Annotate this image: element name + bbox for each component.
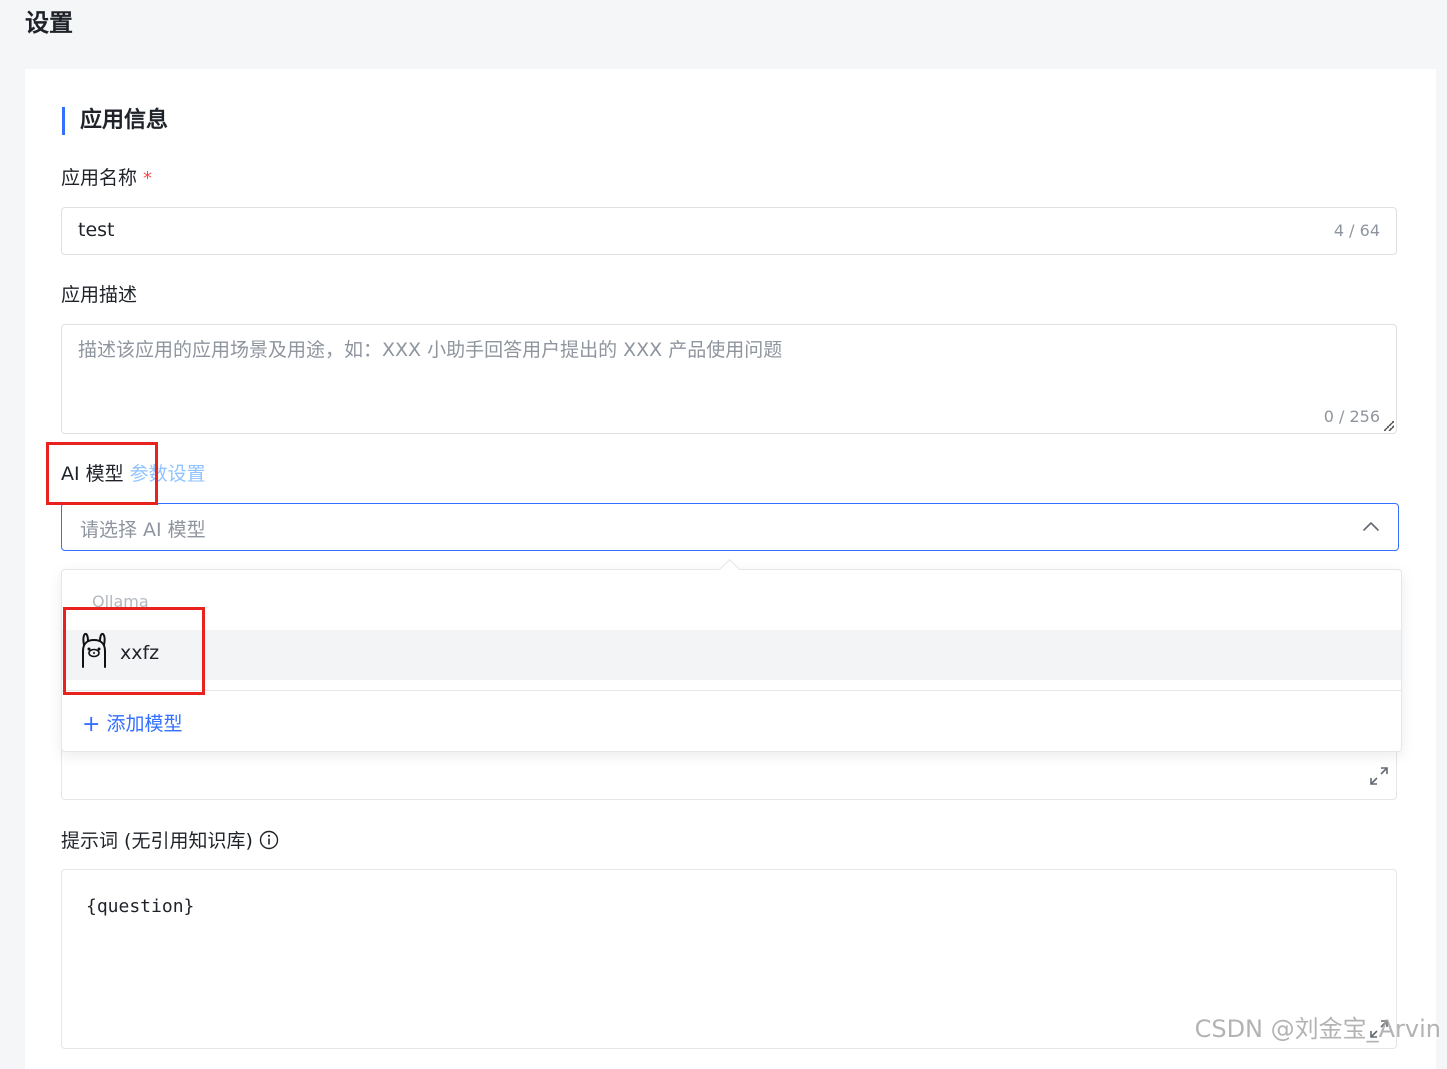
chevron-up-icon xyxy=(1362,518,1380,536)
dropdown-arrow xyxy=(719,559,740,580)
dropdown-option-xxfz[interactable]: xxfz xyxy=(62,630,1401,680)
dropdown-option-label: xxfz xyxy=(120,642,159,664)
app-desc-field[interactable]: 0 / 256 xyxy=(61,324,1397,434)
dropdown-group-label: Ollama xyxy=(92,592,149,611)
app-name-label-text: 应用名称 xyxy=(61,167,137,189)
ai-model-dropdown: Ollama xxfz + 添加模型 xyxy=(61,569,1402,752)
app-name-field[interactable]: 4 / 64 xyxy=(61,207,1397,255)
app-name-input[interactable] xyxy=(78,219,1278,241)
prompt-text[interactable]: {question} xyxy=(86,896,194,917)
ai-model-label: AI 模型 xyxy=(61,463,124,485)
ai-model-select-placeholder: 请选择 AI 模型 xyxy=(80,515,206,542)
add-model-button[interactable]: + 添加模型 xyxy=(82,709,182,737)
prompt-label: 提示词 (无引用知识库) xyxy=(61,830,253,852)
watermark: CSDN @刘金宝_Arvin xyxy=(1195,1009,1441,1044)
param-settings-link[interactable]: 参数设置 xyxy=(130,463,206,485)
settings-card: 应用信息 应用名称 * 4 / 64 应用描述 0 / 256 AI 模型参数设置… xyxy=(25,69,1436,1069)
ai-model-label-row: AI 模型参数设置 xyxy=(61,461,206,487)
info-icon[interactable] xyxy=(259,830,279,850)
add-model-label: 添加模型 xyxy=(106,713,182,735)
app-desc-label: 应用描述 xyxy=(61,283,137,307)
plus-icon: + xyxy=(82,712,100,737)
section-title-app-info: 应用信息 xyxy=(62,107,168,135)
prompt-label-row: 提示词 (无引用知识库) xyxy=(61,829,279,853)
dropdown-footer: + 添加模型 xyxy=(62,690,1401,753)
page-title: 设置 xyxy=(25,6,73,40)
resize-handle-icon[interactable] xyxy=(1384,421,1394,431)
expand-icon[interactable] xyxy=(1368,765,1390,787)
app-desc-textarea[interactable] xyxy=(78,335,1368,395)
app-name-label: 应用名称 * xyxy=(61,166,152,191)
app-name-counter: 4 / 64 xyxy=(1334,221,1380,240)
app-desc-counter: 0 / 256 xyxy=(1324,407,1380,426)
required-mark: * xyxy=(143,168,152,189)
llama-icon xyxy=(78,631,110,669)
ai-model-select[interactable]: 请选择 AI 模型 xyxy=(61,503,1399,551)
